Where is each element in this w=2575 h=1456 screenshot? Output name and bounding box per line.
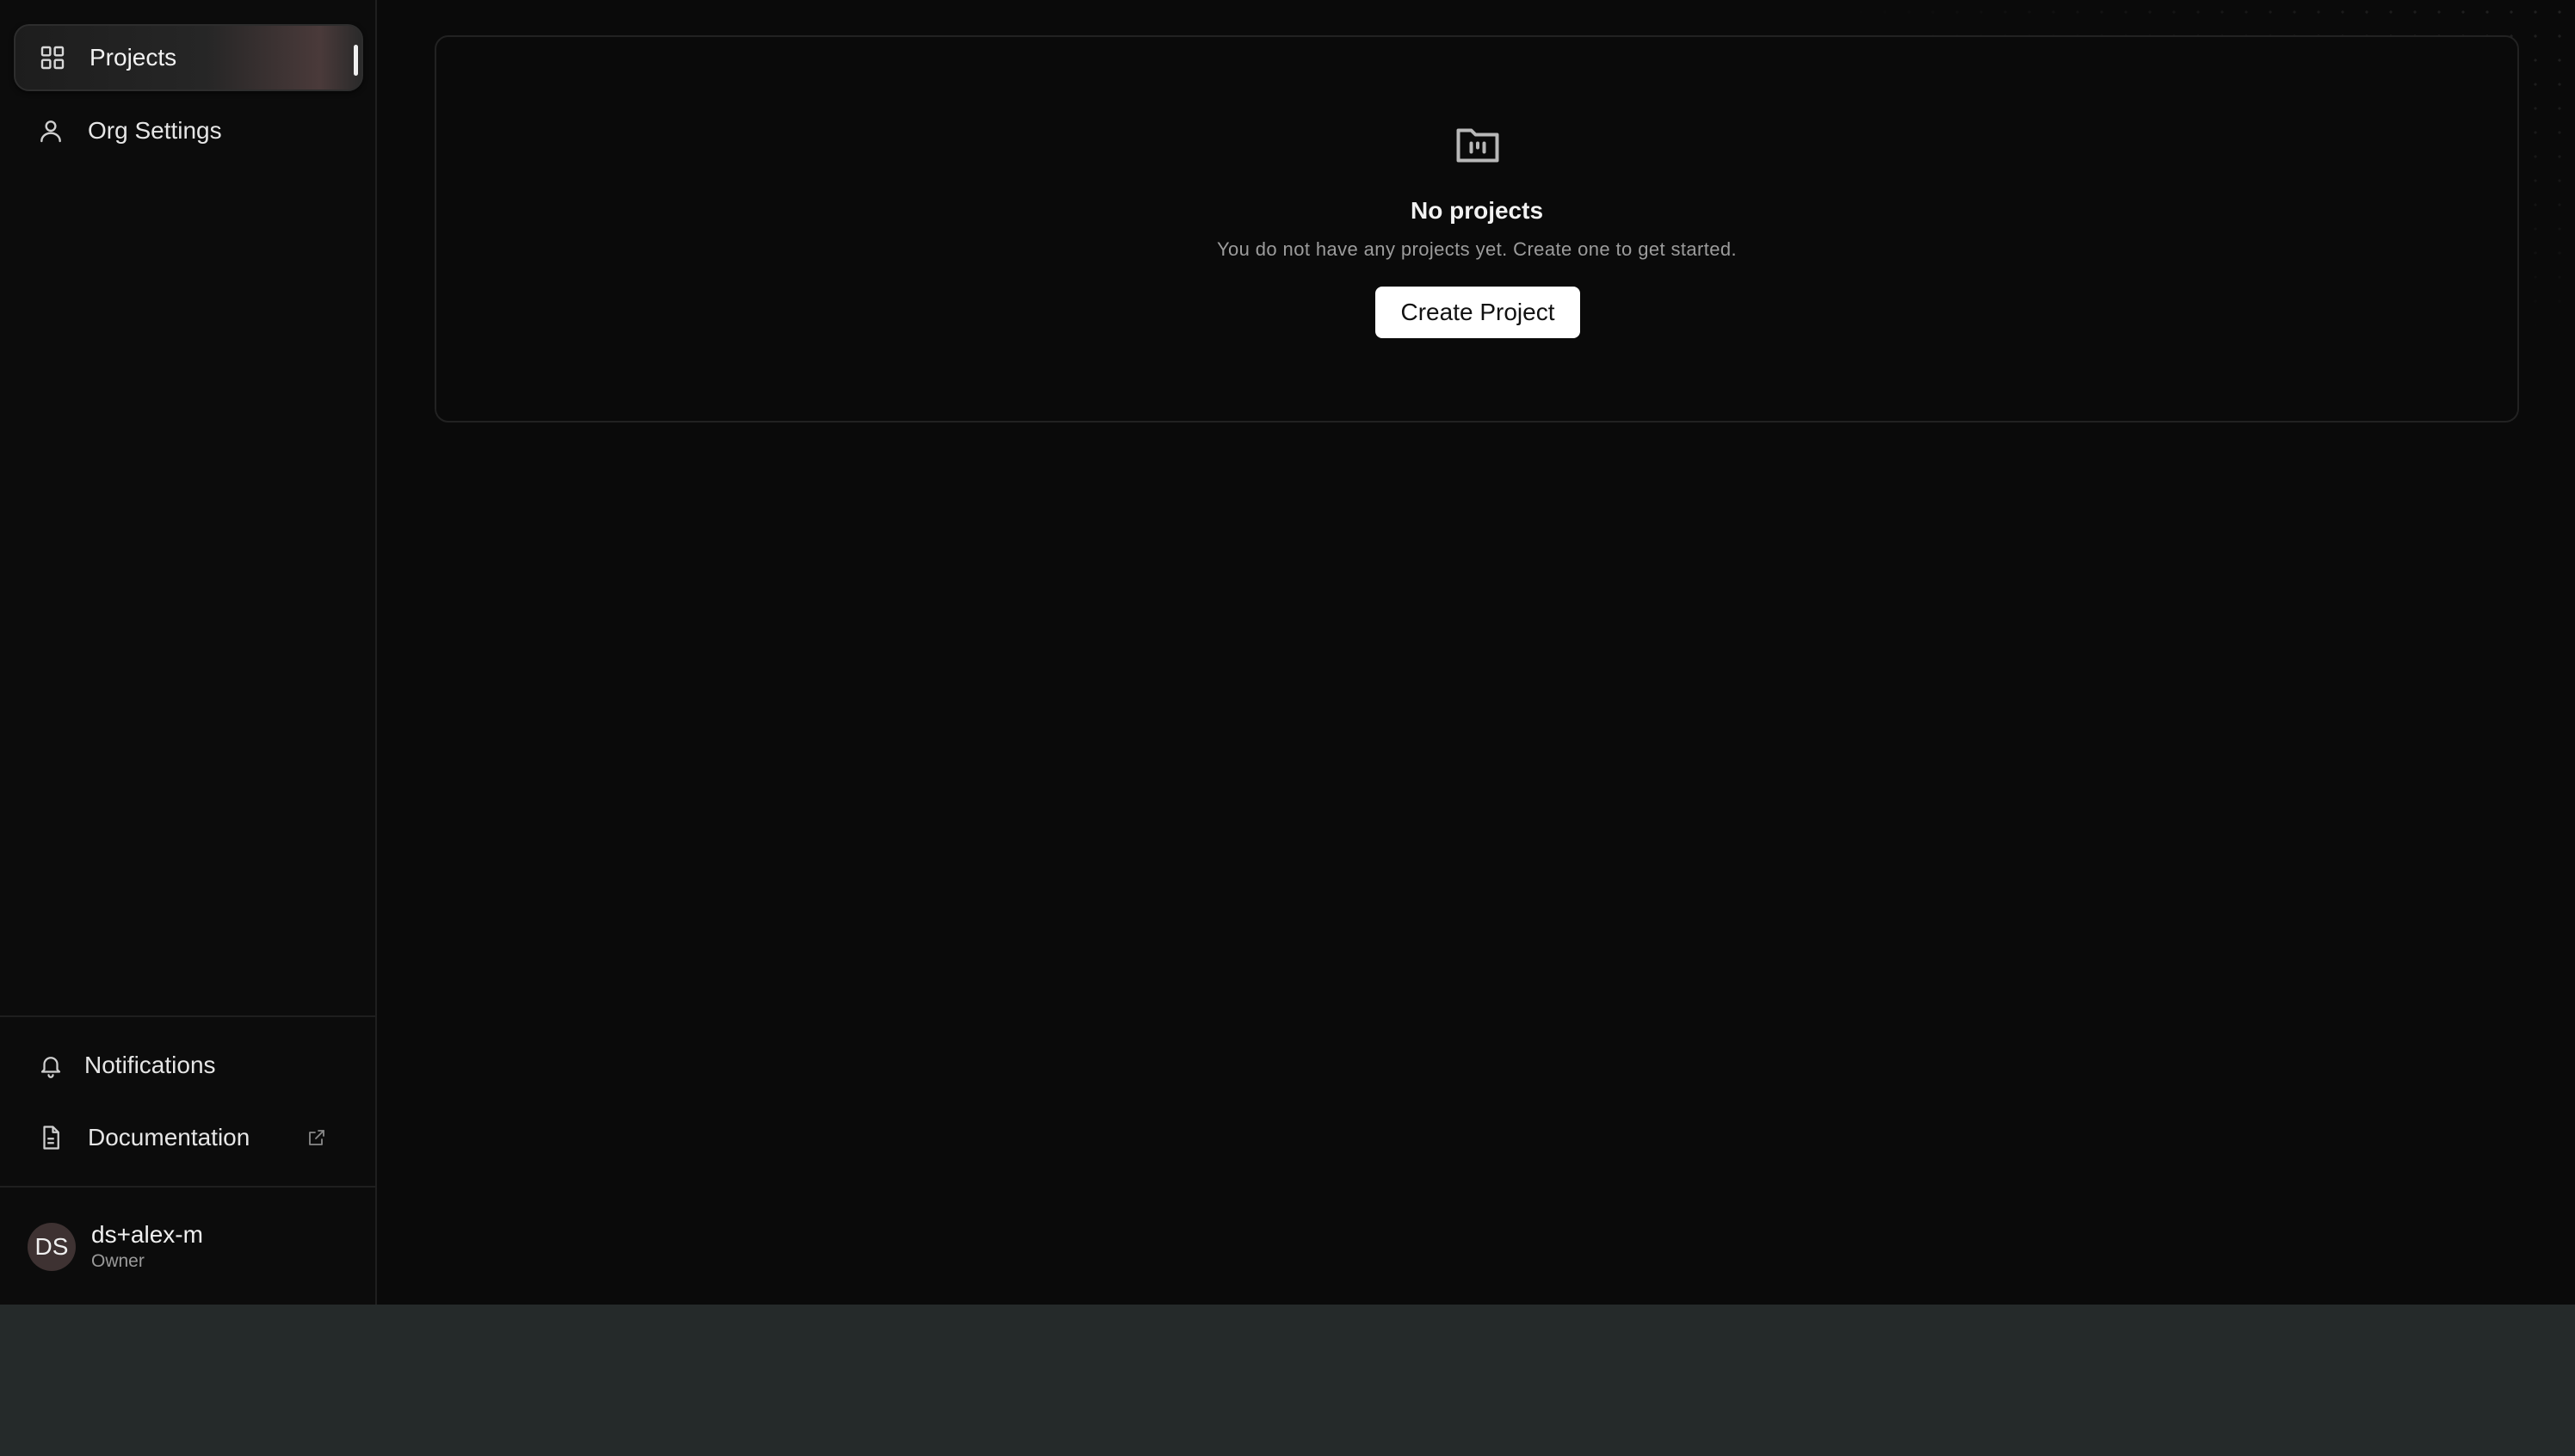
document-icon [36, 1123, 65, 1152]
user-info: ds+alex-m Owner [91, 1220, 203, 1274]
avatar: DS [28, 1223, 76, 1271]
user-icon [36, 116, 65, 145]
sidebar: Projects Org Settings Notifications Docu… [0, 0, 377, 1305]
create-project-button[interactable]: Create Project [1375, 287, 1580, 338]
active-indicator [354, 45, 358, 76]
user-profile[interactable]: DS ds+alex-m Owner [28, 1220, 203, 1274]
empty-state-subtitle: You do not have any projects yet. Create… [1216, 238, 1738, 260]
sidebar-divider [0, 1015, 377, 1017]
sidebar-item-projects[interactable]: Projects [14, 24, 363, 91]
sidebar-item-label: Documentation [88, 1124, 250, 1151]
sidebar-item-label: Notifications [84, 1052, 216, 1078]
external-link-icon [306, 1127, 327, 1148]
user-role: Owner [91, 1251, 145, 1271]
sidebar-item-label: Org Settings [88, 117, 222, 144]
sidebar-item-notifications[interactable]: Notifications [14, 1032, 363, 1099]
folder-icon [1452, 120, 1504, 171]
sidebar-item-org-settings[interactable]: Org Settings [14, 97, 363, 164]
bell-icon [36, 1051, 65, 1080]
user-name: ds+alex-m [91, 1221, 203, 1248]
sidebar-item-label: Projects [90, 44, 177, 71]
grid-icon [38, 43, 67, 72]
sidebar-divider [0, 1186, 377, 1188]
app-window: Projects Org Settings Notifications Docu… [0, 0, 2575, 1305]
projects-empty-card: No projects You do not have any projects… [435, 35, 2519, 423]
empty-state-title: No projects [1410, 197, 1544, 224]
sidebar-item-documentation[interactable]: Documentation [14, 1104, 363, 1171]
